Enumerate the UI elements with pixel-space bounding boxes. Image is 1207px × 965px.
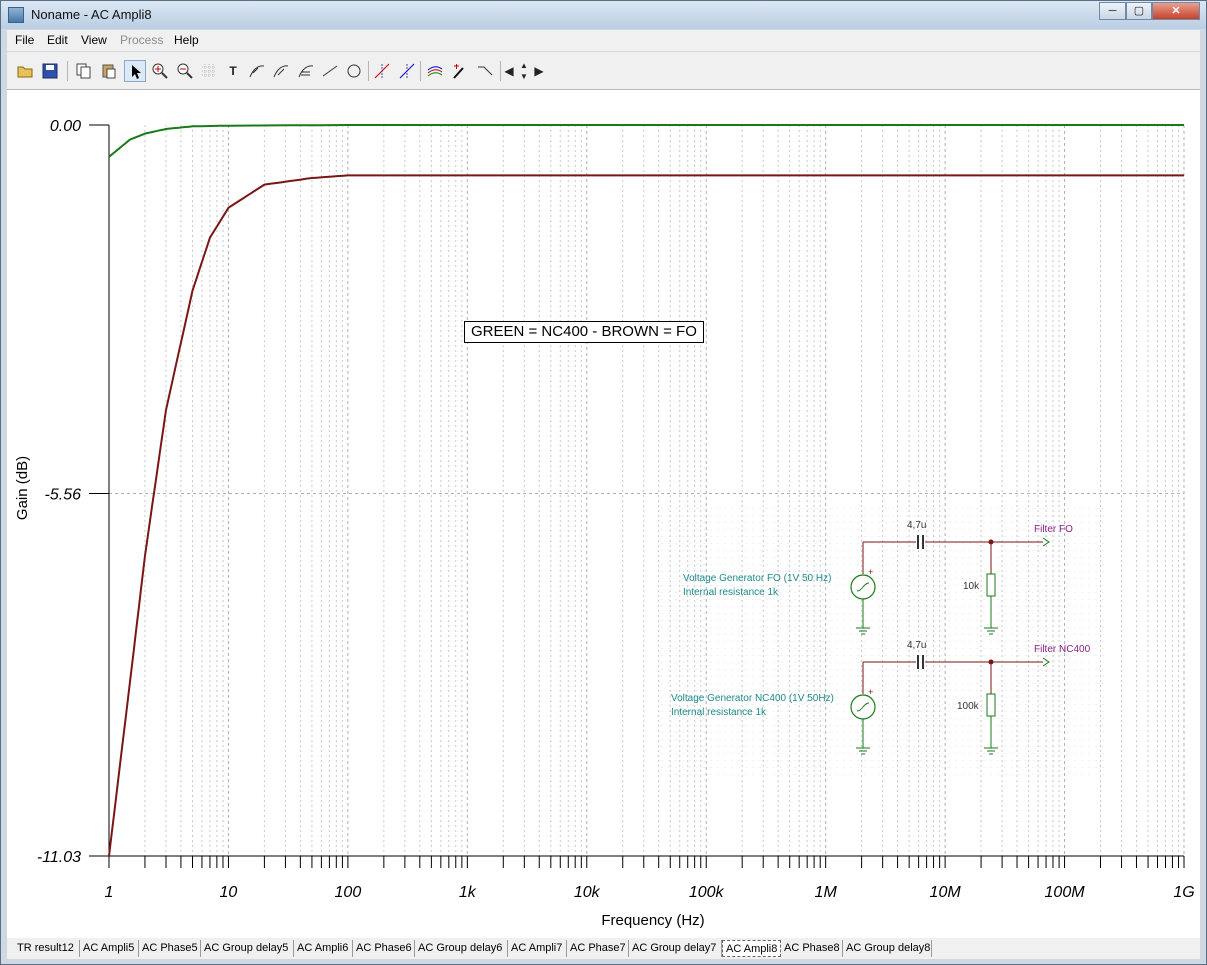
generator-fo-resistance: Internal resistance 1k bbox=[683, 587, 779, 598]
menu-process[interactable]: Process bbox=[120, 33, 163, 47]
x-tick-label: 10k bbox=[574, 884, 601, 901]
curve-label-icon[interactable] bbox=[246, 60, 268, 82]
x-axis-label: Frequency (Hz) bbox=[601, 912, 704, 929]
save-icon[interactable] bbox=[39, 60, 61, 82]
zoom-in-icon[interactable] bbox=[149, 60, 171, 82]
tab-ac-phase7[interactable]: AC Phase7 bbox=[567, 940, 629, 957]
y-tick-label: -11.03 bbox=[37, 849, 81, 866]
x-tick-label: 10M bbox=[930, 884, 962, 901]
y-tick-label: 0.00 bbox=[50, 118, 81, 135]
pointer-icon[interactable] bbox=[124, 60, 146, 82]
menu-help[interactable]: Help bbox=[174, 33, 199, 47]
circle-tool-icon[interactable] bbox=[343, 60, 365, 82]
line-tool-icon[interactable] bbox=[319, 60, 341, 82]
tab-tr-result12[interactable]: TR result12 bbox=[14, 940, 80, 957]
chart-grid bbox=[109, 125, 1185, 856]
tab-ac-ampli6[interactable]: AC Ampli6 bbox=[294, 940, 353, 957]
nc-resistor bbox=[986, 693, 996, 717]
capacitor-nc-label: 4,7u bbox=[907, 640, 927, 651]
circuit-schematic[interactable]: ++ bbox=[850, 535, 1050, 755]
toolbar-separator bbox=[500, 61, 501, 81]
toolbar-separator bbox=[67, 61, 68, 81]
x-tick-label: 100k bbox=[689, 884, 725, 901]
grid-icon[interactable] bbox=[198, 60, 220, 82]
generator-fo-label: Voltage Generator FO (1V 50 Hz) bbox=[683, 573, 832, 584]
copy-icon[interactable] bbox=[73, 60, 95, 82]
minimize-button[interactable]: ─ bbox=[1099, 2, 1126, 20]
tab-ac-phase8[interactable]: AC Phase8 bbox=[781, 940, 843, 957]
zoom-100-icon[interactable] bbox=[174, 60, 196, 82]
tab-ac-group-delay7[interactable]: AC Group delay7 bbox=[629, 940, 722, 957]
nc-plus-sign: + bbox=[868, 687, 873, 697]
arrow-up-down-icon[interactable]: ▲ ▼ bbox=[516, 60, 532, 82]
x-tick-label: 1G bbox=[1173, 884, 1194, 901]
x-tick-label: 1k bbox=[459, 884, 477, 901]
window-title: Noname - AC Ampli8 bbox=[31, 7, 152, 22]
resistor-fo-label: 10k bbox=[963, 581, 980, 592]
curve-label-3-icon[interactable] bbox=[295, 60, 317, 82]
toolbar-separator bbox=[420, 61, 421, 81]
series-line-green bbox=[108, 124, 1184, 158]
tab-ac-group-delay8[interactable]: AC Group delay8 bbox=[843, 940, 932, 957]
toolbar: T ◀ ▲ ▼ ▶ bbox=[7, 52, 1200, 90]
filter-nc-label: Filter NC400 bbox=[1034, 644, 1091, 655]
bode-icon[interactable] bbox=[474, 60, 496, 82]
gain-chart: 1 10 100 1k 10k 100k 1M 10M 100M 1G 0.00 -5.56 -11.0… bbox=[14, 118, 1195, 929]
tab-ac-group-delay5[interactable]: AC Group delay5 bbox=[201, 940, 294, 957]
title-bar[interactable]: Noname - AC Ampli8 ─ ▢ ✕ bbox=[1, 1, 1206, 29]
y-axis-label: Gain (dB) bbox=[14, 456, 31, 520]
fo-resistor bbox=[986, 573, 996, 597]
resistor-nc-label: 100k bbox=[957, 701, 979, 712]
chart-axes bbox=[108, 125, 1184, 857]
close-button[interactable]: ✕ bbox=[1152, 2, 1200, 20]
tab-ac-ampli7[interactable]: AC Ampli7 bbox=[508, 940, 567, 957]
arrow-left-icon[interactable]: ◀ bbox=[503, 60, 515, 82]
open-folder-icon[interactable] bbox=[14, 60, 36, 82]
tab-ac-ampli8[interactable]: AC Ampli8 bbox=[722, 940, 781, 957]
cursor-b-icon[interactable] bbox=[396, 60, 418, 82]
maximize-button[interactable]: ▢ bbox=[1126, 2, 1152, 20]
x-tick-label: 10 bbox=[220, 884, 238, 901]
tab-ac-ampli5[interactable]: AC Ampli5 bbox=[80, 940, 139, 957]
x-tick-label: 100M bbox=[1045, 884, 1086, 901]
plot-area: 1 10 100 1k 10k 100k 1M 10M 100M 1G 0.00 -5.56 -11.0… bbox=[7, 90, 1200, 938]
generator-nc-resistance: Internal resistance 1k bbox=[671, 707, 767, 718]
arrow-right-icon[interactable]: ▶ bbox=[533, 60, 545, 82]
generator-nc-label: Voltage Generator NC400 (1V 50Hz) bbox=[671, 693, 834, 704]
tab-bar: TR result12 AC Ampli5 AC Phase5 AC Group de… bbox=[7, 938, 1200, 959]
chart-annotation[interactable]: GREEN = NC400 - BROWN = FO bbox=[464, 321, 704, 343]
menu-view[interactable]: View bbox=[81, 33, 107, 47]
app-icon bbox=[8, 7, 24, 23]
curve-label-2-icon[interactable] bbox=[270, 60, 292, 82]
tab-ac-group-delay6[interactable]: AC Group delay6 bbox=[415, 940, 508, 957]
add-curves-icon[interactable] bbox=[424, 60, 446, 82]
app-window: Noname - AC Ampli8 ─ ▢ ✕ File Edit View … bbox=[0, 0, 1207, 965]
series-line-brown bbox=[108, 174, 1184, 857]
chart-series bbox=[108, 124, 1184, 857]
probe-icon[interactable] bbox=[449, 60, 471, 82]
fo-ground-icon bbox=[984, 627, 998, 635]
y-tick-label: -5.56 bbox=[45, 486, 82, 503]
menu-file[interactable]: File bbox=[15, 33, 34, 47]
fo-ground-icon bbox=[856, 627, 870, 635]
menu-bar: File Edit View Process Help bbox=[7, 30, 1200, 51]
menu-edit[interactable]: Edit bbox=[47, 33, 68, 47]
tab-ac-phase6[interactable]: AC Phase6 bbox=[353, 940, 415, 957]
cursor-a-icon[interactable] bbox=[371, 60, 393, 82]
fo-plus-sign: + bbox=[868, 567, 873, 577]
toolbar-separator bbox=[368, 61, 369, 81]
filter-fo-label: Filter FO bbox=[1034, 524, 1073, 535]
x-tick-label: 100 bbox=[335, 884, 362, 901]
x-tick-label: 1M bbox=[815, 884, 838, 901]
tab-ac-phase5[interactable]: AC Phase5 bbox=[139, 940, 201, 957]
x-tick-label: 1 bbox=[105, 884, 114, 901]
text-tool-icon[interactable]: T bbox=[222, 60, 244, 82]
paste-icon[interactable] bbox=[98, 60, 120, 82]
capacitor-fo-label: 4,7u bbox=[907, 520, 927, 531]
